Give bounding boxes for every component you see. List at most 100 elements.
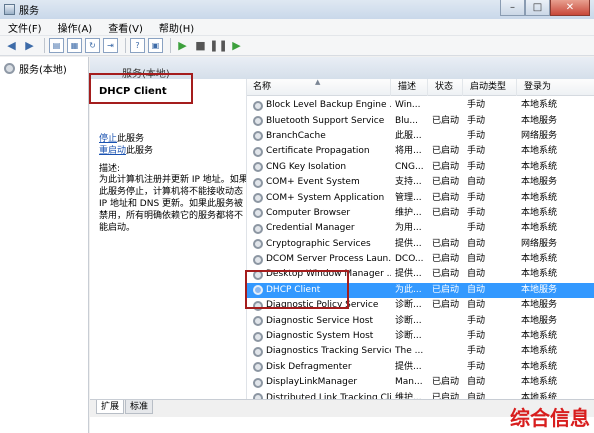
column-header-startup-type[interactable]: 启动类型: [463, 79, 517, 96]
table-row[interactable]: Diagnostics Tracking Service The ... 手动 本地系…: [247, 344, 594, 359]
service-description: 维护...: [395, 392, 422, 399]
service-logon-as: 本地服务: [521, 284, 558, 295]
close-button[interactable]: ✕: [550, 0, 590, 16]
gear-icon: [4, 63, 15, 74]
service-name-cell: BranchCache: [247, 129, 391, 144]
title-bar: 服务 – □ ✕: [0, 0, 594, 19]
description-text: 为此计算机注册并更新 IP 地址。如果此服务停止，计算机将不能接收动态 IP 地…: [99, 175, 248, 233]
table-row[interactable]: Credential Manager 为用... 手动 本地系统: [247, 221, 594, 236]
menu-bar: 文件(F) 操作(A) 查看(V) 帮助(H): [0, 19, 594, 36]
help-icon[interactable]: ?: [130, 38, 145, 53]
menu-file[interactable]: 文件(F): [0, 20, 50, 35]
table-row[interactable]: Distributed Link Tracking Cli... 维护... 已启动…: [247, 390, 594, 399]
service-startup-type: 手动: [467, 146, 486, 157]
table-row[interactable]: DisplayLinkManager Man... 已启动 自动 本地系统: [247, 375, 594, 390]
service-name-cell: CNG Key Isolation: [247, 160, 391, 175]
service-startup-type: 手动: [467, 100, 486, 111]
pause-service-icon[interactable]: ❚❚: [209, 38, 227, 53]
maximize-button[interactable]: □: [525, 0, 550, 16]
service-name: CNG Key Isolation: [266, 161, 347, 172]
service-description: 为此...: [395, 284, 422, 295]
service-status: [428, 314, 463, 329]
table-row[interactable]: BranchCache 此服... 手动 网络服务: [247, 129, 594, 144]
service-description: Win...: [395, 100, 421, 111]
properties-icon[interactable]: ▦: [67, 38, 82, 53]
service-description: 此服...: [395, 130, 422, 141]
service-name-cell: Cryptographic Services: [247, 237, 391, 252]
menu-help[interactable]: 帮助(H): [151, 20, 202, 35]
service-status: 已启动: [432, 238, 460, 249]
service-description: DCO...: [395, 254, 424, 265]
minimize-button[interactable]: –: [500, 0, 525, 16]
service-logon-as: 本地服务: [521, 300, 558, 311]
service-startup-type: 手动: [467, 192, 486, 203]
service-description: 为用...: [395, 223, 422, 234]
services-app-icon: [4, 4, 15, 15]
service-name-cell: COM+ Event System: [247, 175, 391, 190]
refresh-icon[interactable]: ↻: [85, 38, 100, 53]
service-gear-icon: [253, 162, 263, 173]
service-description: CNG...: [395, 161, 424, 172]
service-description: 管理...: [395, 192, 422, 203]
service-description: 诊断...: [395, 331, 422, 342]
menu-view[interactable]: 查看(V): [100, 20, 151, 35]
service-name-cell: Certificate Propagation: [247, 144, 391, 159]
table-row[interactable]: Disk Defragmenter 提供... 手动 本地系统: [247, 360, 594, 375]
table-row[interactable]: Diagnostic System Host 诊断... 手动 本地系统: [247, 329, 594, 344]
tab-standard[interactable]: 标准: [125, 400, 154, 414]
table-row[interactable]: COM+ System Application 管理... 已启动 手动 本地系统: [247, 190, 594, 205]
column-header-description[interactable]: 描述: [391, 79, 428, 96]
tab-extended[interactable]: 扩展: [96, 400, 125, 414]
service-startup-type: 自动: [467, 392, 486, 399]
column-header-logon-as[interactable]: 登录为: [517, 79, 594, 96]
forward-arrow-icon[interactable]: ▶: [22, 38, 37, 53]
service-name-cell: DCOM Server Process Laun...: [247, 252, 391, 267]
service-status: 已启动: [432, 177, 460, 188]
service-name-cell: Diagnostics Tracking Service: [247, 344, 391, 359]
stop-service-icon[interactable]: ■: [193, 38, 208, 53]
service-gear-icon: [253, 193, 263, 204]
table-row[interactable]: Block Level Backup Engine ... Win... 手动 本地系…: [247, 98, 594, 113]
table-row[interactable]: COM+ Event System 支持... 已启动 自动 本地服务: [247, 175, 594, 190]
restart-service-link[interactable]: 重启动: [99, 146, 126, 156]
table-row[interactable]: DCOM Server Process Laun... DCO... 已启动 自动 本地…: [247, 252, 594, 267]
service-name-cell: Block Level Backup Engine ...: [247, 98, 391, 113]
service-name: DCOM Server Process Laun...: [266, 254, 391, 265]
table-row[interactable]: Bluetooth Support Service Blu... 已启动 手动 本地服务: [247, 113, 594, 128]
column-header-status[interactable]: 状态: [428, 79, 463, 96]
service-name-cell: Diagnostic System Host: [247, 329, 391, 344]
service-logon-as: 本地系统: [521, 207, 558, 218]
tree-item-label: 服务(本地): [19, 65, 67, 76]
service-description: 支持...: [395, 177, 422, 188]
highlight-box-row: [245, 270, 349, 309]
service-name-cell: Computer Browser: [247, 206, 391, 221]
service-status: 已启动: [432, 284, 460, 295]
export-list-icon[interactable]: ⇥: [103, 38, 118, 53]
table-row[interactable]: CNG Key Isolation CNG... 已启动 手动 本地系统: [247, 160, 594, 175]
service-name-cell: Diagnostic Service Host: [247, 314, 391, 329]
back-arrow-icon[interactable]: ◀: [4, 38, 19, 53]
restart-service-icon[interactable]: ▶: [229, 38, 244, 53]
service-logon-as: 本地系统: [521, 269, 558, 280]
start-service-icon[interactable]: ▶: [175, 38, 190, 53]
table-row[interactable]: Certificate Propagation 将用... 已启动 手动 本地系统: [247, 144, 594, 159]
tree-item-services-local[interactable]: 服务(本地): [4, 61, 67, 76]
service-status: 已启动: [432, 392, 460, 399]
menu-action[interactable]: 操作(A): [50, 20, 101, 35]
console-tree: 服务(本地): [0, 57, 89, 433]
table-row[interactable]: Diagnostic Service Host 诊断... 手动 本地服务: [247, 313, 594, 328]
service-startup-type: 自动: [467, 300, 486, 311]
service-status: 已启动: [432, 300, 460, 311]
restart-service-suffix: 此服务: [126, 146, 154, 156]
show-hide-tree-icon[interactable]: ▤: [49, 38, 64, 53]
main-pane: 服务(本地) DHCP Client 停止此服务 重启动此服务 描述: 为此计算…: [90, 57, 594, 433]
service-name-cell: Disk Defragmenter: [247, 360, 391, 375]
service-name-cell: DisplayLinkManager: [247, 375, 391, 390]
toolbar: ◀ ▶ ▤ ▦ ↻ ⇥ ? ▣ ▶ ■ ❚❚ ▶: [0, 36, 594, 56]
console-view-icon[interactable]: ▣: [148, 38, 163, 53]
service-status: 已启动: [432, 207, 460, 218]
service-status: 已启动: [432, 254, 460, 265]
table-row[interactable]: Computer Browser 维护... 已启动 手动 本地系统: [247, 206, 594, 221]
column-header-name[interactable]: 名称 ▲: [247, 79, 391, 96]
table-row[interactable]: Cryptographic Services 提供... 已启动 自动 网络服务: [247, 237, 594, 252]
